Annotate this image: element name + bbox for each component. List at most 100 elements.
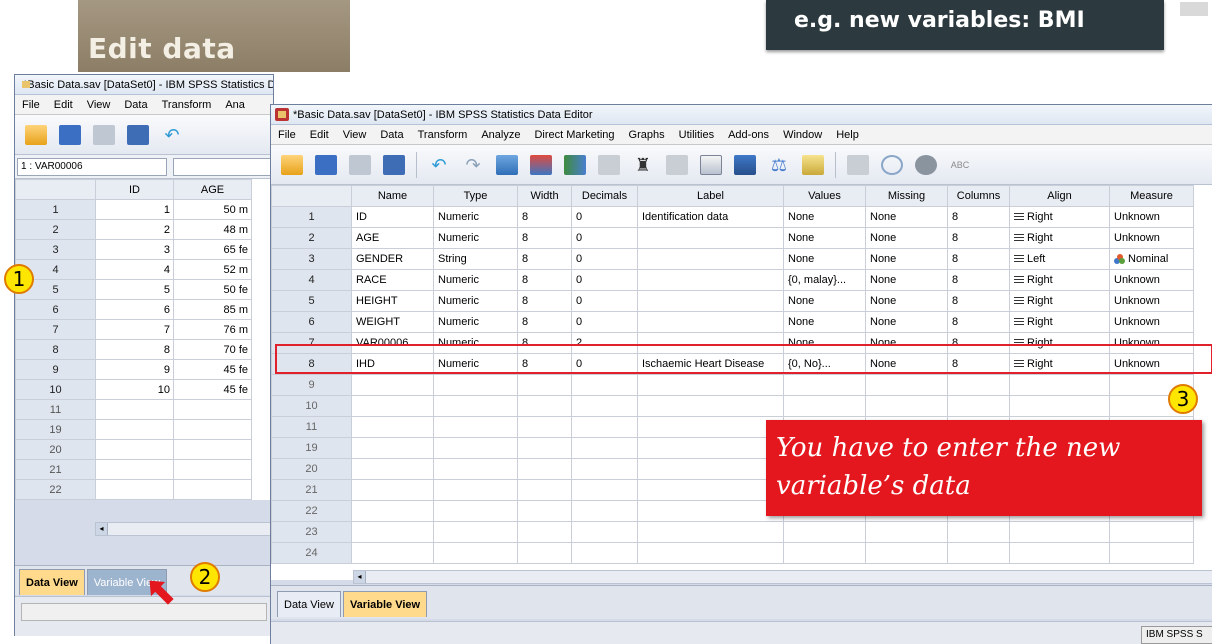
column-header-missing[interactable]: Missing (865, 185, 948, 207)
row-number[interactable]: 20 (271, 458, 352, 480)
use-variable-sets-icon[interactable] (877, 151, 907, 179)
row-number[interactable]: 6 (15, 299, 96, 320)
row-number[interactable]: 4 (271, 269, 352, 291)
row-number[interactable]: 2 (271, 227, 352, 249)
cell-width[interactable] (517, 374, 572, 396)
cell-decimals[interactable] (571, 437, 638, 459)
cell-measure[interactable]: Unknown (1109, 227, 1194, 249)
cell-type[interactable] (433, 500, 518, 522)
open-folder-icon[interactable] (21, 121, 51, 149)
cell-age[interactable] (173, 459, 252, 480)
cell-name[interactable] (351, 500, 434, 522)
cell-label[interactable] (637, 500, 784, 522)
cell-name[interactable]: WEIGHT (351, 311, 434, 333)
cell-age[interactable]: 85 m (173, 299, 252, 320)
scroll-left-arrow-icon[interactable]: ◂ (354, 571, 366, 583)
cell-age[interactable]: 50 m (173, 199, 252, 220)
cell-label[interactable] (637, 437, 784, 459)
cell-columns[interactable]: 8 (947, 206, 1010, 228)
save-icon[interactable] (311, 151, 341, 179)
cell-columns[interactable] (947, 395, 1010, 417)
cell-width[interactable] (517, 500, 572, 522)
cell-age[interactable]: 50 fe (173, 279, 252, 300)
row-number[interactable]: 9 (271, 374, 352, 396)
row-number[interactable]: 21 (15, 459, 96, 480)
cell-decimals[interactable] (571, 521, 638, 543)
cell-id[interactable]: 3 (95, 239, 174, 260)
cell-name[interactable]: AGE (351, 227, 434, 249)
cell-measure[interactable]: Nominal (1109, 248, 1194, 270)
cell-age[interactable]: 52 m (173, 259, 252, 280)
show-all-variables-icon[interactable] (911, 151, 941, 179)
cell-missing[interactable]: None (865, 290, 948, 312)
column-header-measure[interactable]: Measure (1109, 185, 1194, 207)
select-cases-icon[interactable] (798, 151, 828, 179)
cell-id[interactable]: 6 (95, 299, 174, 320)
cell-align[interactable] (1009, 395, 1110, 417)
cell-values[interactable] (783, 521, 866, 543)
cell-missing[interactable] (865, 542, 948, 564)
column-header-values[interactable]: Values (783, 185, 866, 207)
menu-help[interactable]: Help (829, 129, 866, 141)
cell-type[interactable] (433, 521, 518, 543)
cell-decimals[interactable] (571, 458, 638, 480)
menu-file[interactable]: File (271, 129, 303, 141)
row-number[interactable]: 3 (15, 239, 96, 260)
cell-age[interactable] (173, 419, 252, 440)
cell-measure[interactable] (1109, 521, 1194, 543)
cell-values[interactable]: {0, malay}... (783, 269, 866, 291)
row-number[interactable]: 23 (271, 521, 352, 543)
cell-decimals[interactable]: 0 (571, 290, 638, 312)
weight-cases-icon[interactable]: ⚖ (764, 151, 794, 179)
cell-type[interactable] (433, 542, 518, 564)
cell-name[interactable]: GENDER (351, 248, 434, 270)
cell-missing[interactable]: None (865, 227, 948, 249)
cell-decimals[interactable]: 0 (571, 311, 638, 333)
cell-type[interactable] (433, 374, 518, 396)
column-header-width[interactable]: Width (517, 185, 572, 207)
row-number[interactable]: 20 (15, 439, 96, 460)
cell-align[interactable]: Right (1009, 206, 1110, 228)
cell-age[interactable] (173, 439, 252, 460)
cell-id[interactable] (95, 399, 174, 420)
cell-decimals[interactable] (571, 500, 638, 522)
cell-label[interactable] (637, 290, 784, 312)
cell-width[interactable]: 8 (517, 311, 572, 333)
cell-type[interactable] (433, 479, 518, 501)
open-folder-icon[interactable] (277, 151, 307, 179)
back-menu-transform[interactable]: Transform (155, 99, 219, 111)
variables-icon[interactable] (560, 151, 590, 179)
menu-add-ons[interactable]: Add-ons (721, 129, 776, 141)
cell-values[interactable] (783, 395, 866, 417)
cell-label[interactable] (637, 311, 784, 333)
row-number[interactable]: 7 (15, 319, 96, 340)
cell-align[interactable]: Right (1009, 311, 1110, 333)
cell-age[interactable] (173, 399, 252, 420)
menu-direct-marketing[interactable]: Direct Marketing (527, 129, 621, 141)
cell-decimals[interactable]: 0 (571, 269, 638, 291)
row-number[interactable]: 2 (15, 219, 96, 240)
row-number[interactable]: 1 (15, 199, 96, 220)
cell-values[interactable]: None (783, 227, 866, 249)
cell-label[interactable] (637, 269, 784, 291)
cell-type[interactable]: Numeric (433, 290, 518, 312)
find-icon[interactable]: ♜ (628, 151, 658, 179)
back-menu-edit[interactable]: Edit (47, 99, 80, 111)
insert-variable-icon[interactable] (696, 151, 726, 179)
row-number[interactable]: 11 (15, 399, 96, 420)
cell-name[interactable]: ID (351, 206, 434, 228)
tab-variable-view[interactable]: Variable View (342, 591, 428, 617)
cell-columns[interactable] (947, 542, 1010, 564)
cell-align[interactable]: Right (1009, 290, 1110, 312)
cell-name[interactable] (351, 521, 434, 543)
cell-reference-field[interactable]: 1 : VAR00006 (17, 157, 167, 176)
cell-values[interactable] (783, 542, 866, 564)
cell-measure[interactable]: Unknown (1109, 311, 1194, 333)
cell-id[interactable] (95, 419, 174, 440)
cell-label[interactable]: Identification data (637, 206, 784, 228)
column-header-age[interactable]: AGE (173, 179, 252, 200)
cell-width[interactable] (517, 395, 572, 417)
cell-width[interactable] (517, 458, 572, 480)
cell-measure[interactable] (1109, 542, 1194, 564)
menu-utilities[interactable]: Utilities (672, 129, 721, 141)
